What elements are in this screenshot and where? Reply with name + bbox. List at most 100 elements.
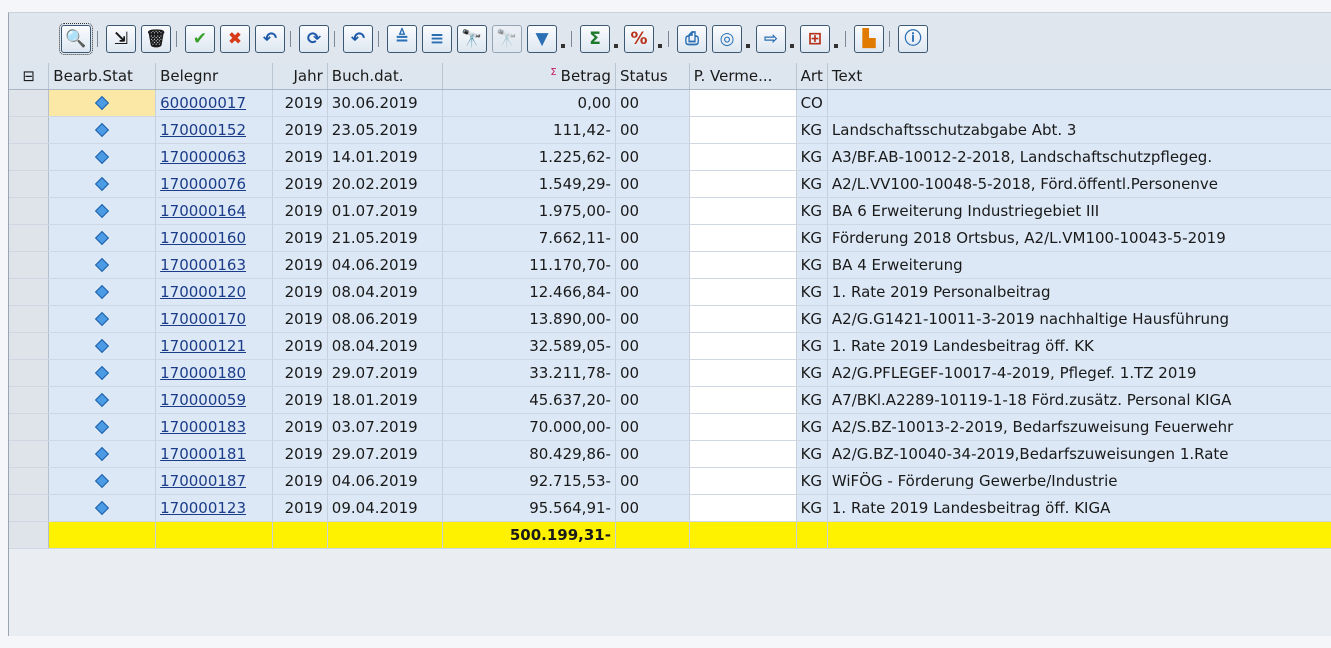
table-row[interactable]: 170000164 2019 01.07.2019 1.975,00- 00 KG BA 6… [9,197,1331,225]
table-row[interactable]: 170000063 2019 14.01.2019 1.225,62- 00 KG A3/B… [9,143,1331,171]
belegnr-link[interactable]: 170000187 [155,467,273,495]
belegnr-link[interactable]: 170000059 [155,386,273,414]
export-icon[interactable]: ⇨ [756,25,794,53]
p-verme-cell [689,278,797,306]
print-icon[interactable]: ⎙ [677,25,707,53]
row-selector[interactable] [9,332,50,360]
belegnr-link[interactable]: 170000183 [155,413,273,441]
table-row[interactable]: 170000183 2019 03.07.2019 70.000,00- 00 KG A2/… [9,413,1331,441]
bearb-stat-icon[interactable] [48,170,157,198]
table-row[interactable]: 170000163 2019 04.06.2019 11.170,70- 00 KG BA … [9,251,1331,279]
bearb-stat-icon[interactable] [48,440,157,468]
table-row[interactable]: 170000187 2019 04.06.2019 92.715,53- 00 KG WiF… [9,467,1331,495]
details-icon[interactable]: 🔍 [59,23,93,55]
table-row[interactable]: 170000120 2019 08.04.2019 12.466,84- 00 KG 1. … [9,278,1331,306]
table-row[interactable]: 600000017 2019 30.06.2019 0,00 00 CO [9,89,1331,117]
refresh-icon[interactable]: ⟳ [299,25,329,53]
row-selector[interactable] [9,305,50,333]
col-art[interactable]: Art [796,63,828,90]
bearb-stat-icon[interactable] [48,467,157,495]
delete-icon[interactable]: 🗑 [141,25,171,53]
table-row[interactable]: 170000152 2019 23.05.2019 111,42- 00 KG Landsc… [9,116,1331,144]
bearb-stat-icon[interactable] [48,494,157,522]
table-row[interactable]: 170000123 2019 09.04.2019 95.564,91- 00 KG 1. … [9,494,1331,522]
table-row[interactable]: 170000121 2019 08.04.2019 32.589,05- 00 KG 1. … [9,332,1331,360]
bearb-stat-icon[interactable] [48,305,157,333]
betrag-cell: 7.662,11- [442,224,616,252]
row-selector[interactable] [9,494,50,522]
sort-asc-icon[interactable]: ≜ [387,25,417,53]
cancel-icon[interactable]: ✖ [220,25,250,53]
belegnr-link[interactable]: 170000120 [155,278,273,306]
find-next-icon[interactable]: 🔭 [492,25,522,53]
row-selector[interactable] [9,440,50,468]
row-selector[interactable] [9,116,50,144]
table-row[interactable]: 170000181 2019 29.07.2019 80.429,86- 00 KG A2/… [9,440,1331,468]
choose-layout-icon[interactable]: ⇲ [106,25,136,53]
bearb-stat-icon[interactable] [48,386,157,414]
belegnr-link[interactable]: 170000164 [155,197,273,225]
table-row[interactable]: 170000170 2019 08.06.2019 13.890,00- 00 KG A2/… [9,305,1331,333]
select-all-icon[interactable]: ⊟ [9,63,50,90]
belegnr-link[interactable]: 170000076 [155,170,273,198]
col-p-verme[interactable]: P. Verme... [689,63,797,90]
bearb-stat-icon[interactable] [48,89,157,117]
table-row[interactable]: 170000180 2019 29.07.2019 33.211,78- 00 KG A2/… [9,359,1331,387]
row-selector[interactable] [9,89,50,117]
col-buch-dat[interactable]: Buch.dat. [327,63,443,90]
bearb-stat-icon[interactable] [48,224,157,252]
col-jahr[interactable]: Jahr [272,63,328,90]
subtotal-icon[interactable]: % [624,25,662,53]
col-status[interactable]: Status [615,63,690,90]
bearb-stat-icon[interactable] [48,359,157,387]
bearb-stat-icon[interactable] [48,332,157,360]
belegnr-link[interactable]: 170000170 [155,305,273,333]
belegnr-link[interactable]: 170000123 [155,494,273,522]
row-selector[interactable] [9,143,50,171]
belegnr-link[interactable]: 170000152 [155,116,273,144]
row-selector[interactable] [9,359,50,387]
bearb-stat-icon[interactable] [48,251,157,279]
belegnr-link[interactable]: 170000160 [155,224,273,252]
status-diamond-icon [95,311,110,326]
table-row[interactable]: 170000160 2019 21.05.2019 7.662,11- 00 KG Förd… [9,224,1331,252]
belegnr-link[interactable]: 170000181 [155,440,273,468]
find-icon[interactable]: 🔭 [457,25,487,53]
info-icon[interactable]: ⓘ [898,25,928,53]
graphic-icon[interactable]: ▙ [854,25,884,53]
buch-dat-cell: 08.04.2019 [327,278,443,306]
belegnr-link[interactable]: 170000121 [155,332,273,360]
col-bearb-stat[interactable]: Bearb.Stat [48,63,157,90]
row-selector[interactable] [9,224,50,252]
bearb-stat-icon[interactable] [48,143,157,171]
undo2-icon[interactable]: ↶ [343,25,373,53]
table-row[interactable]: 170000059 2019 18.01.2019 45.637,20- 00 KG A7/… [9,386,1331,414]
sort-desc-icon[interactable]: ≡ [422,25,452,53]
row-selector[interactable] [9,278,50,306]
row-selector[interactable] [9,467,50,495]
row-selector[interactable] [9,197,50,225]
bearb-stat-icon[interactable] [48,413,157,441]
p-verme-cell [689,332,797,360]
belegnr-link[interactable]: 170000180 [155,359,273,387]
undo-icon[interactable]: ↶ [255,25,285,53]
col-belegnr[interactable]: Belegnr [155,63,273,90]
layout-icon[interactable]: ⊞ [800,25,838,53]
col-betrag[interactable]: Σ Betrag [442,63,616,90]
sum-icon[interactable]: Σ [580,25,618,53]
belegnr-link[interactable]: 600000017 [155,89,273,117]
filter-icon[interactable]: ▼ [527,25,565,53]
row-selector[interactable] [9,386,50,414]
row-selector[interactable] [9,251,50,279]
belegnr-link[interactable]: 170000163 [155,251,273,279]
bearb-stat-icon[interactable] [48,278,157,306]
col-text[interactable]: Text [827,63,1331,90]
check-icon[interactable]: ✔ [185,25,215,53]
view-icon[interactable]: ◎ [712,25,750,53]
table-row[interactable]: 170000076 2019 20.02.2019 1.549,29- 00 KG A2/L… [9,170,1331,198]
row-selector[interactable] [9,413,50,441]
row-selector[interactable] [9,170,50,198]
bearb-stat-icon[interactable] [48,116,157,144]
bearb-stat-icon[interactable] [48,197,157,225]
belegnr-link[interactable]: 170000063 [155,143,273,171]
